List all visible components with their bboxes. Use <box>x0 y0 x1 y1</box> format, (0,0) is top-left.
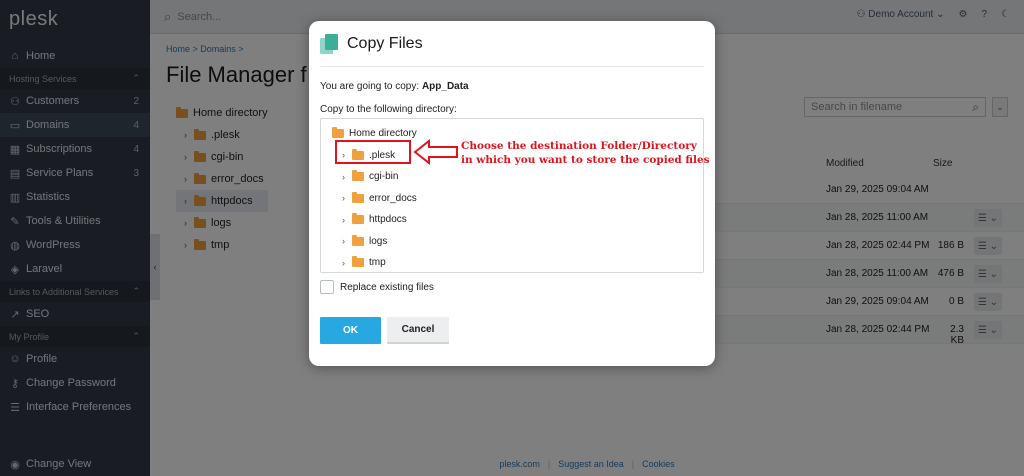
copy-source-item: App_Data <box>421 81 469 92</box>
chevron-right-icon[interactable]: › <box>342 258 352 268</box>
copy-source-prefix: You are going to copy: <box>320 81 420 92</box>
replace-existing-checkbox[interactable] <box>320 280 334 294</box>
destination-tree-node[interactable]: › httpdocs <box>332 209 417 231</box>
folder-label: cgi-bin <box>369 171 399 183</box>
destination-tree-node[interactable]: › tmp <box>332 252 417 274</box>
folder-icon <box>352 191 364 203</box>
cancel-button[interactable]: Cancel <box>387 317 449 344</box>
replace-existing-label: Replace existing files <box>340 281 434 293</box>
folder-icon <box>352 256 364 268</box>
replace-existing-option[interactable]: Replace existing files <box>320 280 434 294</box>
chevron-right-icon[interactable]: › <box>342 236 352 246</box>
folder-icon <box>352 213 364 225</box>
chevron-right-icon[interactable]: › <box>342 193 352 203</box>
folder-label: error_docs <box>369 192 417 204</box>
folder-icon <box>352 234 364 246</box>
copy-files-dialog: Copy Files You are going to copy: App_Da… <box>309 21 715 366</box>
folder-label: httpdocs <box>369 214 407 226</box>
destination-tree: Home directory › .plesk › cgi-bin › error_docs… <box>320 118 710 274</box>
folder-label: Home directory <box>349 128 417 140</box>
copy-source-text: You are going to copy: App_Data <box>320 81 469 92</box>
annotation-text: Choose the destination Folder/Directory … <box>461 139 711 167</box>
annotation-line-1: Choose the destination Folder/Directory <box>461 140 697 152</box>
folder-icon <box>352 170 364 182</box>
annotation-line-2: in which you want to store the copied fi… <box>461 154 710 166</box>
destination-tree-node[interactable]: › logs <box>332 231 417 253</box>
folder-icon <box>332 127 344 139</box>
annotation-highlight-box <box>335 140 411 164</box>
ok-button[interactable]: OK <box>320 317 381 344</box>
folder-label: logs <box>369 235 388 247</box>
dialog-header: Copy Files <box>320 33 704 67</box>
destination-tree-node[interactable]: › cgi-bin <box>332 166 417 188</box>
destination-tree-node[interactable]: › error_docs <box>332 188 417 210</box>
copy-to-label: Copy to the following directory: <box>320 104 457 115</box>
copy-files-icon <box>320 34 340 54</box>
chevron-right-icon[interactable]: › <box>342 215 352 225</box>
chevron-right-icon[interactable]: › <box>342 172 352 182</box>
dialog-title: Copy Files <box>347 35 423 52</box>
annotation-arrow-icon <box>413 139 458 165</box>
folder-label: tmp <box>369 257 386 269</box>
